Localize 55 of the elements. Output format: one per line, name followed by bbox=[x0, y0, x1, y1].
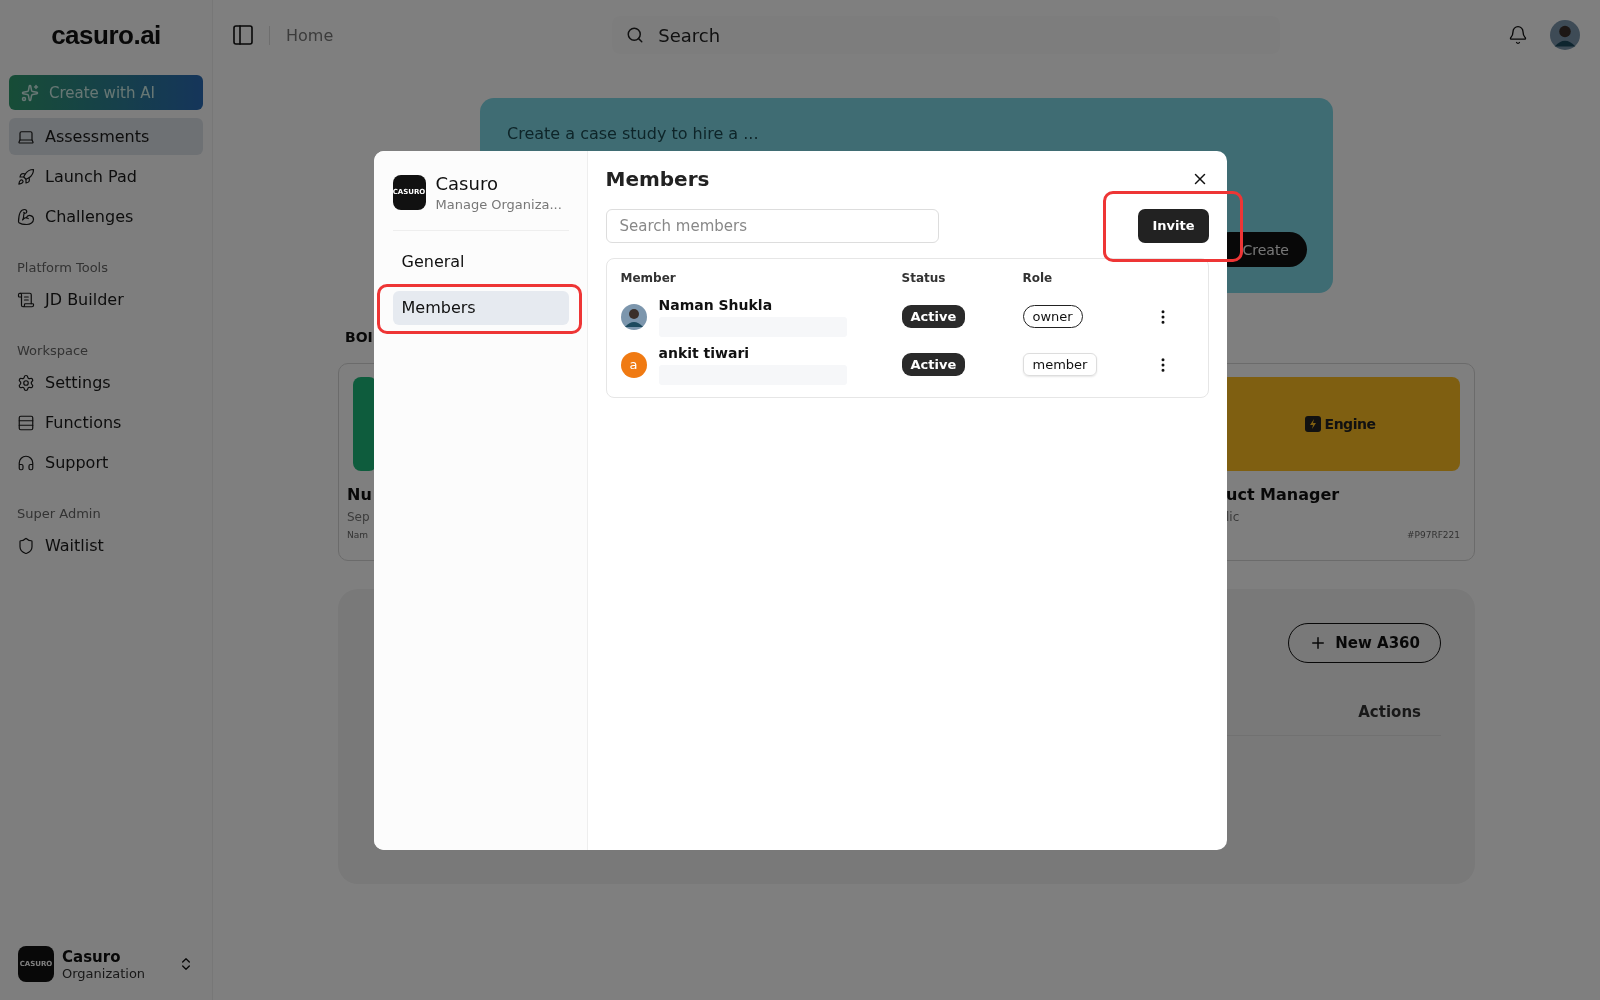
invite-button[interactable]: Invite bbox=[1138, 208, 1209, 243]
flexed-arm-icon bbox=[17, 207, 35, 226]
bell-icon[interactable] bbox=[1508, 25, 1528, 45]
logo: casuro.ai bbox=[50, 19, 162, 52]
section-label: BOI bbox=[345, 329, 373, 345]
dialog-nav-item[interactable]: Members bbox=[392, 290, 569, 325]
card-title: uct Manager bbox=[1225, 485, 1341, 504]
org-name: Casuro bbox=[435, 172, 499, 194]
shield-icon bbox=[17, 536, 35, 555]
card-subtitle: lic bbox=[1225, 510, 1241, 524]
status-badge: Active bbox=[901, 353, 966, 376]
member-avatar: a bbox=[620, 351, 647, 378]
rocket-icon bbox=[17, 167, 35, 186]
org-name: Casuro bbox=[62, 947, 122, 966]
gear-icon bbox=[17, 373, 35, 392]
search-field[interactable]: Search members bbox=[605, 208, 939, 243]
sidebar-toggle-icon[interactable] bbox=[231, 23, 255, 47]
sparkle-icon bbox=[21, 83, 39, 102]
org-subtitle: Organization bbox=[62, 965, 147, 981]
section-title: Super Admin bbox=[16, 506, 102, 521]
dialog-nav-item[interactable]: General bbox=[392, 244, 569, 279]
logo-text: Engine bbox=[1324, 416, 1376, 432]
section-title: Platform Tools bbox=[16, 260, 109, 275]
role-select[interactable]: member bbox=[1022, 353, 1098, 376]
column-header: Status bbox=[901, 269, 947, 287]
nav-item[interactable]: Functions bbox=[9, 404, 203, 441]
user-avatar bbox=[1550, 20, 1580, 50]
nav-item[interactable]: Launch Pad bbox=[9, 158, 203, 195]
column-header: Member bbox=[620, 269, 677, 287]
nav-item[interactable]: Settings bbox=[9, 364, 203, 401]
org-subtitle: Manage Organiza... bbox=[435, 196, 563, 212]
nav-item[interactable]: Challenges bbox=[9, 198, 203, 235]
nav-item[interactable]: JD Builder bbox=[9, 281, 203, 318]
member-name: ankit tiwari bbox=[658, 344, 751, 361]
headphones-icon bbox=[17, 453, 35, 472]
rows-icon bbox=[17, 413, 35, 432]
search-icon bbox=[626, 26, 645, 44]
nav-item[interactable]: Support bbox=[9, 444, 203, 481]
card-title: Nu bbox=[347, 485, 373, 504]
section-title: Workspace bbox=[16, 343, 90, 358]
card-meta: #P97RF221 bbox=[1405, 530, 1460, 540]
prompt-text: Create a case study to hire a ... bbox=[507, 124, 760, 143]
member-name: Naman Shukla bbox=[658, 296, 774, 313]
card-meta: Nam bbox=[347, 530, 369, 540]
member-avatar bbox=[620, 303, 647, 330]
create-button[interactable]: Create with AI bbox=[9, 75, 203, 110]
scroll-icon bbox=[17, 290, 35, 309]
breadcrumb[interactable]: Home bbox=[269, 25, 334, 45]
column-header: Role bbox=[1022, 269, 1054, 287]
nav-item[interactable]: Waitlist bbox=[9, 527, 203, 564]
bolt-logo-icon bbox=[1304, 416, 1321, 432]
card-subtitle: Sep bbox=[347, 510, 371, 524]
dialog-title: Members bbox=[605, 166, 710, 191]
nav-item[interactable]: Assessments bbox=[9, 118, 203, 155]
status-badge: Active bbox=[901, 305, 966, 328]
